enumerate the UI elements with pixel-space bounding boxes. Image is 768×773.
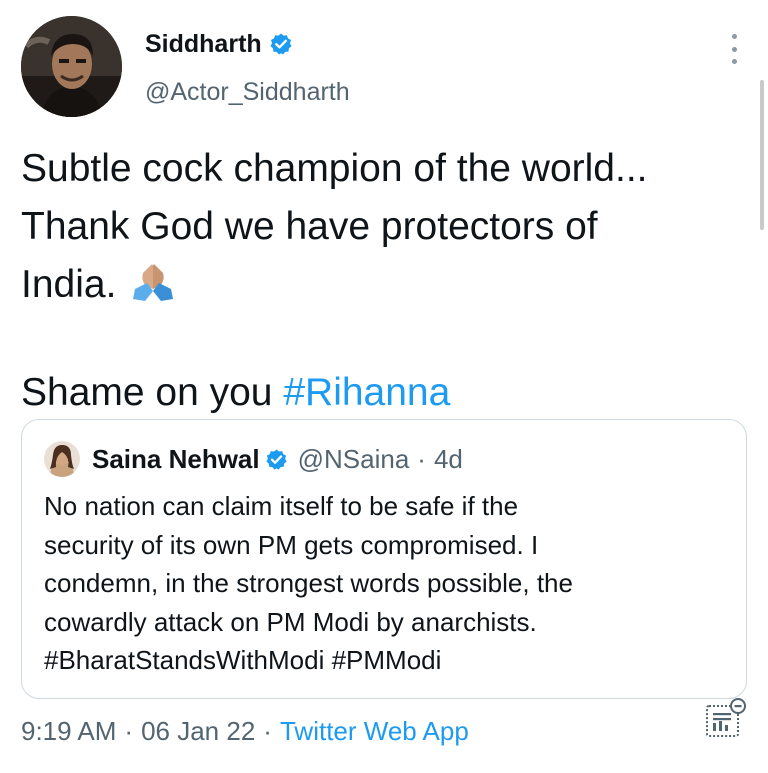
tweet-line-4-text: Shame on you [21, 371, 284, 414]
quoted-tweet-time: 4d [433, 444, 463, 474]
more-options-icon[interactable] [722, 34, 746, 64]
quoted-tweet-text: No nation can claim itself to be safe if… [44, 487, 734, 680]
quoted-line-4: cowardly attack on PM Modi by anarchists… [44, 606, 537, 637]
quoted-tweet-header: Saina Nehwal @NSaina · 4d [44, 441, 463, 477]
scrollbar[interactable] [760, 80, 764, 230]
separator-dot: · [263, 716, 272, 746]
tweet-line-1: Subtle cock champion of the world... [21, 147, 648, 190]
tweet-line-4: Shame on you #Rihanna [21, 364, 741, 422]
tweet-time[interactable]: 9:19 AM [21, 716, 116, 746]
author-name-row[interactable]: Siddharth [145, 29, 293, 59]
verified-badge-icon [269, 32, 293, 56]
quoted-line-2: security of its own PM gets compromised.… [44, 529, 539, 560]
quoted-author-avatar [44, 441, 80, 477]
tweet-text: Subtle cock champion of the world... Tha… [21, 140, 741, 422]
separator-dot: · [124, 716, 134, 746]
quoted-line-3: condemn, in the strongest words possible… [44, 568, 573, 598]
hashtag-rihanna-link[interactable]: #Rihanna [283, 371, 450, 414]
quoted-author-name: Saina Nehwal [92, 444, 260, 474]
tweet-source-link[interactable]: Twitter Web App [280, 716, 469, 746]
tweet-line-2: Thank God we have protectors of [21, 205, 598, 248]
verified-badge-icon [265, 448, 288, 471]
tweet-footer: 9:19 AM · 06 Jan 22 · Twitter Web App [21, 715, 469, 747]
quoted-tweet-card[interactable]: Saina Nehwal @NSaina · 4d No nation can … [21, 419, 747, 699]
quoted-line-5: #BharatStandsWithModi #PMModi [44, 645, 442, 675]
author-name[interactable]: Siddharth [145, 29, 262, 59]
folded-hands-emoji-icon [131, 259, 175, 303]
quoted-author-handle: @NSaina [297, 444, 410, 474]
separator-dot: · [417, 444, 426, 474]
author-handle[interactable]: @Actor_Siddharth [145, 77, 350, 107]
tweet-analytics-icon[interactable] [702, 695, 750, 743]
tweet-date[interactable]: 06 Jan 22 [141, 716, 255, 746]
tweet-detail: Siddharth @Actor_Siddharth Subtle cock c… [0, 0, 768, 773]
author-avatar[interactable] [21, 16, 122, 117]
tweet-line-3-text: India. [21, 263, 117, 306]
tweet-line-3: India. [21, 256, 741, 314]
quoted-line-1: No nation can claim itself to be safe if… [44, 491, 519, 521]
